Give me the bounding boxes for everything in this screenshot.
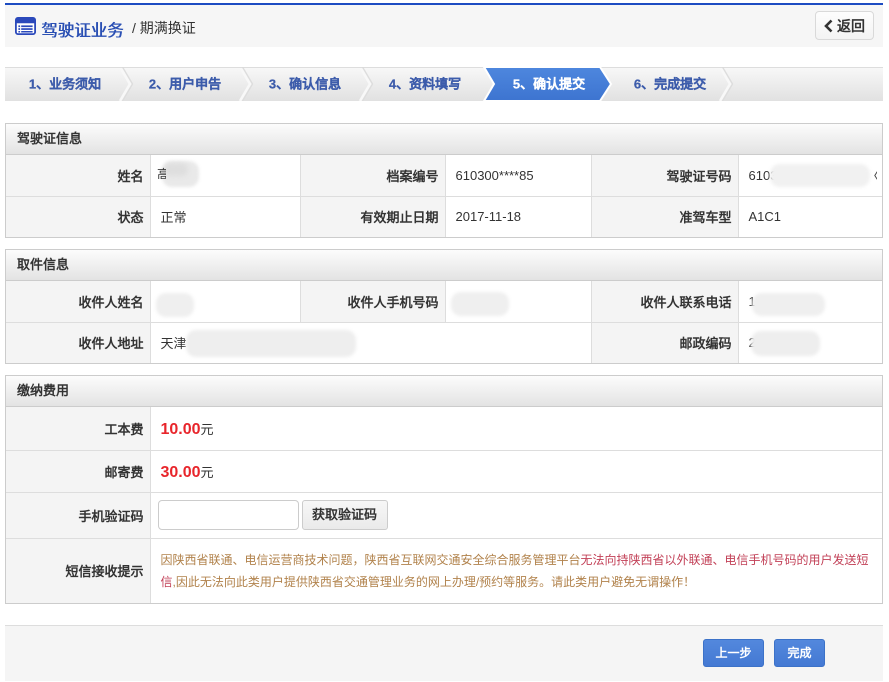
svg-text:2、用户申告: 2、用户申告	[149, 77, 221, 92]
svg-text:6、完成提交: 6、完成提交	[634, 77, 706, 92]
svg-text:5、确认提交: 5、确认提交	[513, 77, 585, 92]
svg-text:1、业务须知: 1、业务须知	[29, 77, 101, 92]
svg-text:3、确认信息: 3、确认信息	[269, 77, 341, 92]
svg-text:4、资料填写: 4、资料填写	[389, 77, 461, 92]
